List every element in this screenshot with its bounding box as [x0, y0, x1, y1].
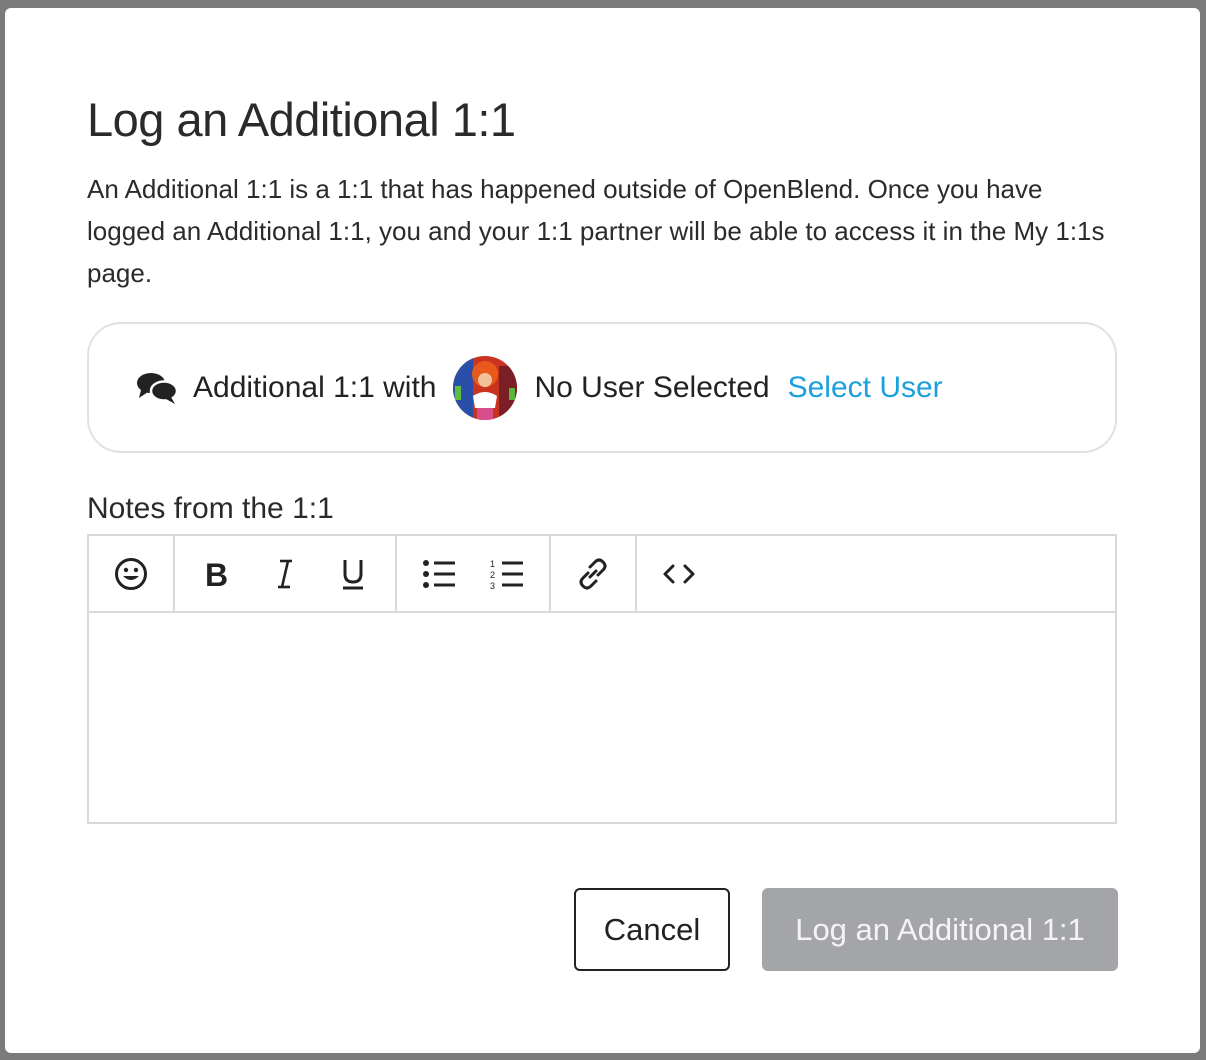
notes-editor: B 1 2 3 — [87, 534, 1117, 824]
notes-text-area[interactable] — [89, 613, 1115, 822]
toolbar-group-format: B — [175, 536, 397, 611]
italic-icon[interactable] — [251, 536, 319, 611]
select-user-link[interactable]: Select User — [788, 371, 943, 405]
log-additional-modal: Log an Additional 1:1 An Additional 1:1 … — [5, 8, 1200, 1053]
toolbar-group-emoji — [89, 536, 175, 611]
log-additional-button[interactable]: Log an Additional 1:1 — [762, 888, 1118, 971]
toolbar-group-link — [551, 536, 637, 611]
svg-text:3: 3 — [490, 581, 495, 590]
underline-icon[interactable] — [319, 536, 387, 611]
partner-label: Additional 1:1 with — [193, 370, 437, 404]
chat-bubbles-icon — [135, 370, 179, 406]
notes-label: Notes from the 1:1 — [87, 492, 334, 525]
svg-text:B: B — [205, 558, 228, 590]
emoji-icon[interactable] — [89, 536, 173, 611]
modal-description: An Additional 1:1 is a 1:1 that has happ… — [87, 174, 1105, 288]
partner-selector: Additional 1:1 with No User Selected Sel… — [87, 322, 1117, 453]
code-icon[interactable] — [637, 536, 721, 611]
avatar — [452, 355, 517, 420]
cancel-button[interactable]: Cancel — [574, 888, 730, 971]
svg-text:1: 1 — [490, 559, 495, 569]
bold-icon[interactable]: B — [183, 536, 251, 611]
editor-toolbar: B 1 2 3 — [89, 536, 1115, 613]
numbered-list-icon[interactable]: 1 2 3 — [473, 536, 541, 611]
toolbar-group-lists: 1 2 3 — [397, 536, 551, 611]
svg-text:2: 2 — [490, 570, 495, 580]
selected-user-text: No User Selected — [534, 370, 770, 404]
link-icon[interactable] — [551, 536, 635, 611]
modal-title: Log an Additional 1:1 — [87, 93, 516, 146]
bullet-list-icon[interactable] — [405, 536, 473, 611]
toolbar-group-code — [637, 536, 723, 611]
